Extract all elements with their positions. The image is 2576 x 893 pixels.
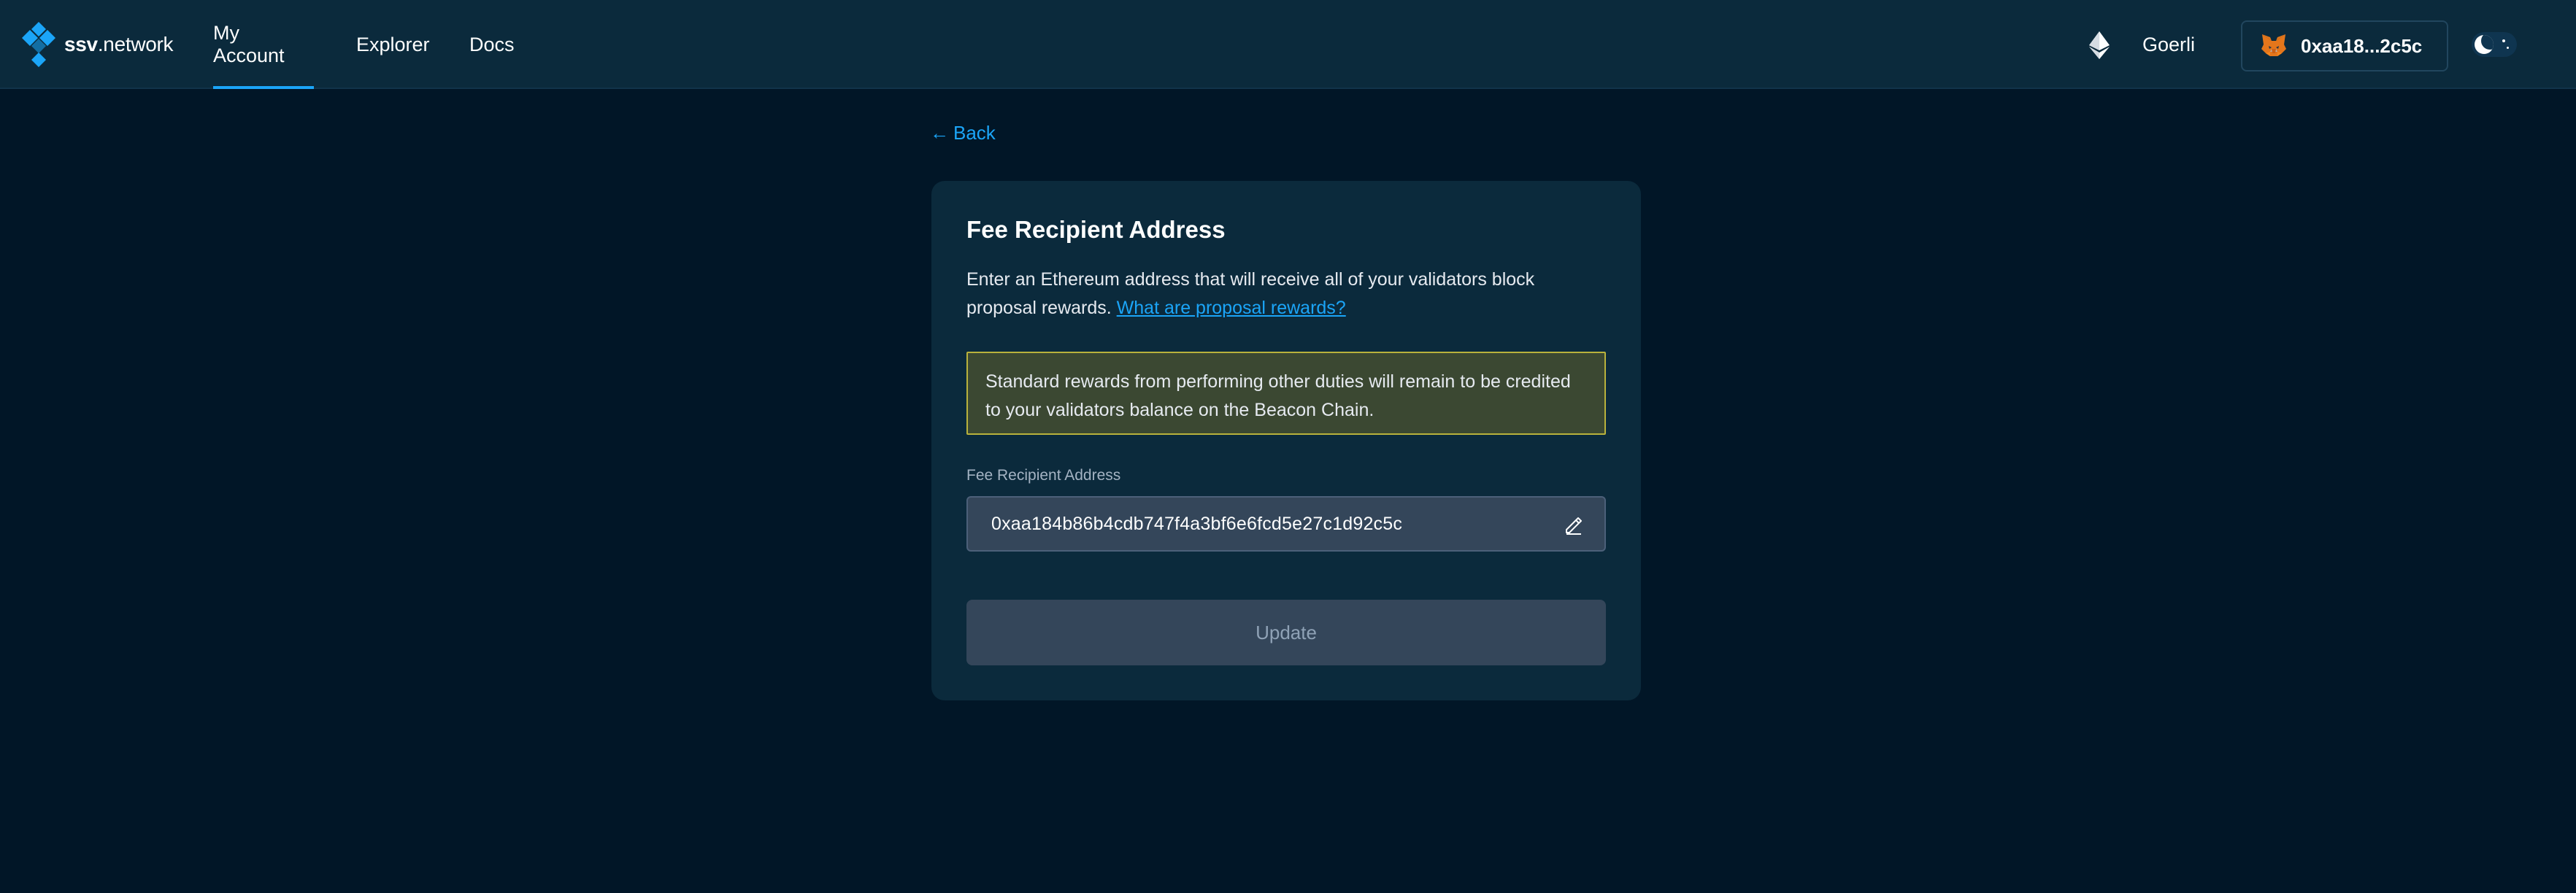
nav-docs-label: Docs bbox=[469, 33, 515, 55]
nav-my-account-label: My Account bbox=[213, 22, 285, 66]
network-selector[interactable]: Goerli bbox=[2142, 0, 2195, 89]
back-link-label: Back bbox=[953, 121, 996, 144]
moon-icon bbox=[2475, 35, 2494, 54]
pencil-icon[interactable] bbox=[1564, 515, 1584, 536]
arrow-left-icon: ← bbox=[930, 121, 949, 144]
star-dot bbox=[2502, 39, 2505, 42]
nav-my-account[interactable]: My Account bbox=[213, 0, 314, 89]
fee-recipient-address-input[interactable]: 0xaa184b86b4cdb747f4a3bf6e6fcd5e27c1d92c… bbox=[966, 496, 1606, 552]
ssv-network-logo[interactable]: ssv.network bbox=[22, 22, 174, 67]
top-navbar: ssv.network My Account Explorer Docs Goe… bbox=[0, 0, 2576, 89]
network-name: Goerli bbox=[2142, 33, 2196, 55]
warning-text: Standard rewards from performing other d… bbox=[985, 371, 1571, 420]
ssv-diamond-logo-icon bbox=[22, 22, 55, 67]
update-button[interactable]: Update bbox=[966, 600, 1606, 665]
nav-explorer[interactable]: Explorer bbox=[356, 0, 430, 89]
nav-explorer-label: Explorer bbox=[356, 33, 430, 55]
fee-recipient-card: Fee Recipient Address Enter an Ethereum … bbox=[931, 181, 1641, 700]
wallet-address: 0xaa18...2c5c bbox=[2301, 34, 2423, 57]
proposal-rewards-link[interactable]: What are proposal rewards? bbox=[1117, 298, 1346, 318]
star-dot bbox=[2507, 47, 2509, 49]
fee-recipient-address-value: 0xaa184b86b4cdb747f4a3bf6e6fcd5e27c1d92c… bbox=[991, 513, 1403, 534]
metamask-fox-icon bbox=[2261, 34, 2286, 56]
logo-wordmark: ssv.network bbox=[64, 33, 174, 55]
card-title: Fee Recipient Address bbox=[966, 216, 1226, 243]
back-link[interactable]: ← Back bbox=[930, 118, 996, 147]
wallet-button[interactable]: 0xaa18...2c5c bbox=[2241, 20, 2448, 71]
ethereum-icon bbox=[2089, 31, 2110, 59]
nav-docs[interactable]: Docs bbox=[469, 0, 515, 89]
theme-toggle[interactable] bbox=[2472, 32, 2517, 57]
fee-recipient-field-label: Fee Recipient Address bbox=[966, 467, 1121, 484]
warning-notice: Standard rewards from performing other d… bbox=[966, 352, 1606, 435]
card-description: Enter an Ethereum address that will rece… bbox=[966, 266, 1609, 322]
